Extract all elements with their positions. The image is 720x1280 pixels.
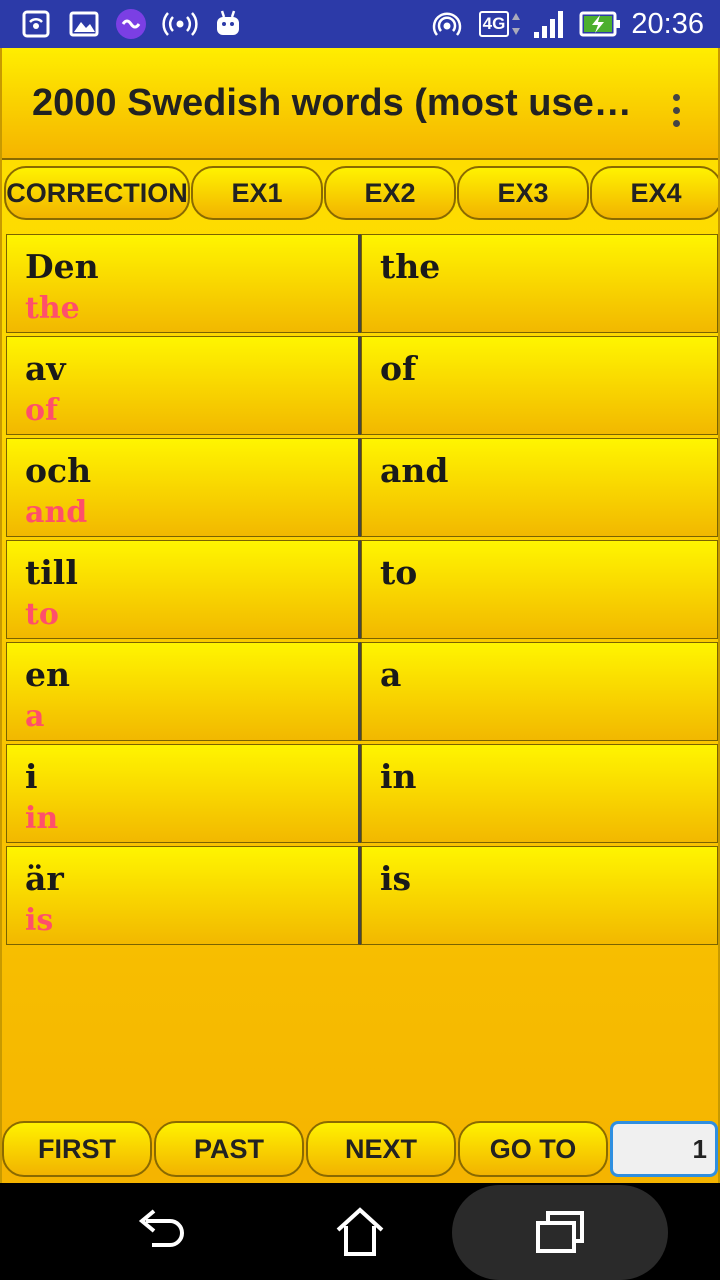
english-word-cell[interactable]: and — [361, 438, 718, 537]
english-word: in — [380, 757, 417, 796]
english-word-cell[interactable]: is — [361, 846, 718, 945]
swedish-word: och — [25, 451, 92, 490]
swedish-word: i — [25, 757, 38, 796]
tab-ex4[interactable]: EX4 — [590, 166, 718, 220]
recent-apps-icon[interactable] — [510, 1183, 610, 1280]
more-vert-icon[interactable] — [664, 92, 688, 128]
tab-correction[interactable]: CORRECTION — [4, 166, 190, 220]
swedish-word-cell[interactable]: en a — [6, 642, 361, 741]
swedish-word-cell[interactable]: Den the — [6, 234, 361, 333]
sync-app-icon — [114, 8, 148, 40]
translation-hint: the — [25, 291, 80, 326]
word-row: till to to — [6, 540, 718, 639]
battery-charging-icon — [578, 8, 622, 40]
translation-hint: and — [25, 495, 88, 530]
status-bar: 4G 20:36 — [0, 0, 720, 48]
english-word-cell[interactable]: to — [361, 540, 718, 639]
broadcast-icon — [160, 8, 200, 40]
home-icon[interactable] — [310, 1183, 410, 1280]
swedish-word-cell[interactable]: och and — [6, 438, 361, 537]
word-row: i in in — [6, 744, 718, 843]
translation-hint: is — [25, 903, 54, 938]
english-word: of — [380, 349, 417, 388]
past-button[interactable]: PAST — [154, 1121, 304, 1177]
translation-hint: of — [25, 393, 58, 428]
word-row: är is is — [6, 846, 718, 945]
english-word-cell[interactable]: the — [361, 234, 718, 333]
network-type-label: 4G — [476, 8, 524, 40]
swedish-word: är — [25, 859, 64, 898]
translation-hint: in — [25, 801, 59, 836]
english-word: the — [380, 247, 441, 286]
english-word: to — [380, 553, 418, 592]
swedish-word-cell[interactable]: är is — [6, 846, 361, 945]
exercise-tabs: CORRECTION EX1 EX2 EX3 EX4 — [2, 166, 718, 222]
tab-ex2[interactable]: EX2 — [324, 166, 456, 220]
swedish-word: av — [25, 349, 66, 388]
page-title: 2000 Swedish words (most use… — [32, 82, 632, 124]
hotspot-icon — [20, 8, 52, 40]
english-word-cell[interactable]: a — [361, 642, 718, 741]
tab-ex3[interactable]: EX3 — [457, 166, 589, 220]
gallery-icon — [68, 8, 100, 40]
status-time: 20:36 — [631, 8, 704, 40]
signal-icon — [530, 8, 568, 40]
system-nav-bar — [0, 1183, 720, 1280]
swedish-word: till — [25, 553, 78, 592]
swedish-word-cell[interactable]: i in — [6, 744, 361, 843]
english-word-cell[interactable]: of — [361, 336, 718, 435]
translation-hint: to — [25, 597, 59, 632]
android-icon — [212, 8, 244, 40]
word-row: och and and — [6, 438, 718, 537]
swedish-word: en — [25, 655, 70, 694]
next-button[interactable]: NEXT — [306, 1121, 456, 1177]
word-row: av of of — [6, 336, 718, 435]
goto-button[interactable]: GO TO — [458, 1121, 608, 1177]
tab-ex1[interactable]: EX1 — [191, 166, 323, 220]
back-icon[interactable] — [110, 1183, 210, 1280]
page-number-input[interactable]: 1 — [610, 1121, 718, 1177]
english-word: a — [380, 655, 402, 694]
word-row: Den the the — [6, 234, 718, 333]
swedish-word: Den — [25, 247, 99, 286]
english-word: is — [380, 859, 412, 898]
swedish-word-cell[interactable]: till to — [6, 540, 361, 639]
word-row: en a a — [6, 642, 718, 741]
english-word-cell[interactable]: in — [361, 744, 718, 843]
english-word: and — [380, 451, 449, 490]
hotspot-icon — [430, 8, 464, 40]
pager-bar: FIRST PAST NEXT GO TO 1 — [2, 1121, 718, 1179]
translation-hint: a — [25, 699, 45, 734]
app-screen: 2000 Swedish words (most use… CORRECTION… — [0, 48, 720, 1183]
swedish-word-cell[interactable]: av of — [6, 336, 361, 435]
first-button[interactable]: FIRST — [2, 1121, 152, 1177]
app-toolbar: 2000 Swedish words (most use… — [2, 48, 718, 160]
